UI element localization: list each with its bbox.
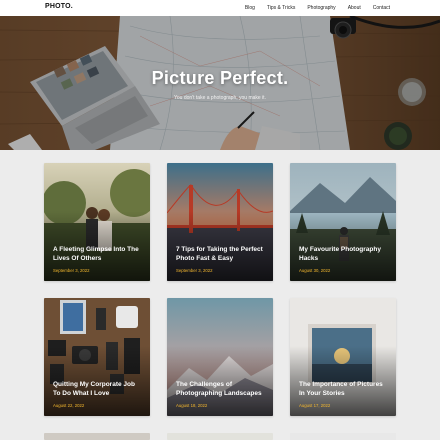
post-card[interactable]: A Fleeting Glimpse Into The Lives Of Oth…	[44, 163, 150, 281]
post-title[interactable]: Quitting My Corporate Job To Do What I L…	[53, 380, 142, 398]
post-card[interactable]: My Favourite Photography Hacks August 30…	[290, 163, 396, 281]
hero-subtitle: You don't take a photograph, you make it…	[174, 95, 266, 101]
nav-link-about[interactable]: About	[348, 5, 361, 11]
post-date: August 22, 2022	[53, 403, 85, 408]
page: PHOTO. Blog Tips & Tricks Photography Ab…	[0, 0, 440, 440]
post-title[interactable]: The Challenges of Photographing Landscap…	[176, 380, 265, 398]
nav-link-photography[interactable]: Photography	[307, 5, 335, 11]
post-card[interactable]: The Challenges of Photographing Landscap…	[167, 298, 273, 416]
post-card[interactable]: The Importance of Pictures In Your Stori…	[290, 298, 396, 416]
post-date: September 3, 2022	[176, 268, 213, 273]
nav-link-blog[interactable]: Blog	[245, 5, 255, 11]
post-date: August 17, 2022	[299, 403, 331, 408]
post-title[interactable]: A Fleeting Glimpse Into The Lives Of Oth…	[53, 245, 142, 263]
top-navigation: PHOTO. Blog Tips & Tricks Photography Ab…	[0, 0, 440, 16]
post-date: September 3, 2022	[53, 268, 90, 273]
post-image-partial	[167, 433, 273, 440]
site-logo[interactable]: PHOTO.	[45, 3, 73, 10]
post-title[interactable]: The Importance of Pictures In Your Stori…	[299, 380, 388, 398]
post-title[interactable]: My Favourite Photography Hacks	[299, 245, 388, 263]
post-image-partial	[290, 433, 396, 440]
post-card-partial[interactable]	[290, 433, 396, 440]
hero-title: Picture Perfect.	[151, 68, 289, 88]
post-card-partial[interactable]	[44, 433, 150, 440]
post-card[interactable]: 7 Tips for Taking the Perfect Photo Fast…	[167, 163, 273, 281]
post-card[interactable]: Quitting My Corporate Job To Do What I L…	[44, 298, 150, 416]
post-card-partial[interactable]	[167, 433, 273, 440]
post-date: August 18, 2022	[176, 403, 208, 408]
nav-link-tips-tricks[interactable]: Tips & Tricks	[267, 5, 295, 11]
nav-link-contact[interactable]: Contact	[373, 5, 390, 11]
hero-banner: Picture Perfect. You don't take a photog…	[0, 16, 440, 150]
post-date: August 30, 2022	[299, 268, 331, 273]
post-image-partial	[44, 433, 150, 440]
post-title[interactable]: 7 Tips for Taking the Perfect Photo Fast…	[176, 245, 265, 263]
main-menu: Blog Tips & Tricks Photography About Con…	[245, 0, 390, 16]
